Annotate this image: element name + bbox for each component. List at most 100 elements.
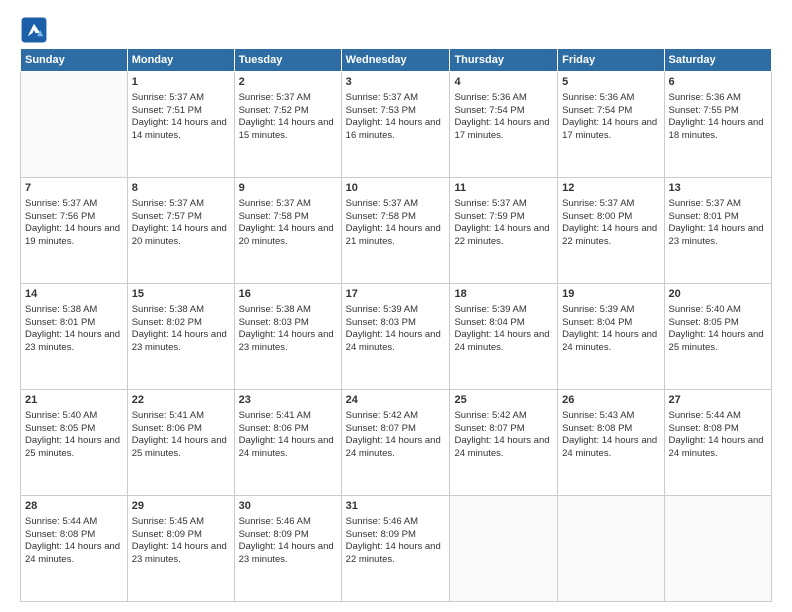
sunset-text: Sunset: 8:00 PM (562, 211, 659, 224)
day-number: 6 (669, 75, 767, 90)
day-number: 15 (132, 287, 230, 302)
calendar-header-wednesday: Wednesday (341, 49, 450, 72)
day-number: 19 (562, 287, 659, 302)
calendar-week-1: 7Sunrise: 5:37 AMSunset: 7:56 PMDaylight… (21, 178, 772, 284)
calendar-cell: 11Sunrise: 5:37 AMSunset: 7:59 PMDayligh… (450, 178, 558, 284)
daylight-text: Daylight: 14 hours and 24 minutes. (669, 435, 767, 461)
day-number: 24 (346, 393, 446, 408)
calendar-cell: 20Sunrise: 5:40 AMSunset: 8:05 PMDayligh… (664, 284, 771, 390)
sunrise-text: Sunrise: 5:38 AM (25, 304, 123, 317)
day-number: 23 (239, 393, 337, 408)
sunset-text: Sunset: 7:58 PM (346, 211, 446, 224)
calendar-cell: 3Sunrise: 5:37 AMSunset: 7:53 PMDaylight… (341, 72, 450, 178)
sunrise-text: Sunrise: 5:36 AM (454, 92, 553, 105)
sunset-text: Sunset: 8:09 PM (239, 529, 337, 542)
calendar-cell: 13Sunrise: 5:37 AMSunset: 8:01 PMDayligh… (664, 178, 771, 284)
day-number: 10 (346, 181, 446, 196)
daylight-text: Daylight: 14 hours and 23 minutes. (132, 329, 230, 355)
calendar-cell: 29Sunrise: 5:45 AMSunset: 8:09 PMDayligh… (127, 496, 234, 602)
sunset-text: Sunset: 8:03 PM (346, 317, 446, 330)
sunrise-text: Sunrise: 5:42 AM (346, 410, 446, 423)
sunrise-text: Sunrise: 5:37 AM (346, 198, 446, 211)
sunrise-text: Sunrise: 5:36 AM (562, 92, 659, 105)
logo (20, 16, 52, 44)
sunrise-text: Sunrise: 5:45 AM (132, 516, 230, 529)
sunrise-text: Sunrise: 5:42 AM (454, 410, 553, 423)
day-number: 25 (454, 393, 553, 408)
sunset-text: Sunset: 8:02 PM (132, 317, 230, 330)
sunset-text: Sunset: 8:01 PM (25, 317, 123, 330)
daylight-text: Daylight: 14 hours and 17 minutes. (454, 117, 553, 143)
daylight-text: Daylight: 14 hours and 24 minutes. (25, 541, 123, 567)
day-number: 7 (25, 181, 123, 196)
sunrise-text: Sunrise: 5:37 AM (239, 92, 337, 105)
sunset-text: Sunset: 8:05 PM (25, 423, 123, 436)
sunrise-text: Sunrise: 5:37 AM (239, 198, 337, 211)
calendar-cell: 6Sunrise: 5:36 AMSunset: 7:55 PMDaylight… (664, 72, 771, 178)
daylight-text: Daylight: 14 hours and 22 minutes. (346, 541, 446, 567)
sunset-text: Sunset: 8:03 PM (239, 317, 337, 330)
daylight-text: Daylight: 14 hours and 17 minutes. (562, 117, 659, 143)
day-number: 20 (669, 287, 767, 302)
sunrise-text: Sunrise: 5:36 AM (669, 92, 767, 105)
calendar-table: SundayMondayTuesdayWednesdayThursdayFrid… (20, 48, 772, 602)
calendar-header-sunday: Sunday (21, 49, 128, 72)
sunset-text: Sunset: 8:04 PM (454, 317, 553, 330)
sunrise-text: Sunrise: 5:37 AM (669, 198, 767, 211)
day-number: 5 (562, 75, 659, 90)
page: SundayMondayTuesdayWednesdayThursdayFrid… (0, 0, 792, 612)
sunset-text: Sunset: 7:53 PM (346, 105, 446, 118)
daylight-text: Daylight: 14 hours and 20 minutes. (239, 223, 337, 249)
sunrise-text: Sunrise: 5:39 AM (454, 304, 553, 317)
calendar-cell: 4Sunrise: 5:36 AMSunset: 7:54 PMDaylight… (450, 72, 558, 178)
sunrise-text: Sunrise: 5:38 AM (132, 304, 230, 317)
sunrise-text: Sunrise: 5:40 AM (25, 410, 123, 423)
sunset-text: Sunset: 7:58 PM (239, 211, 337, 224)
day-number: 8 (132, 181, 230, 196)
daylight-text: Daylight: 14 hours and 24 minutes. (562, 329, 659, 355)
calendar-cell: 2Sunrise: 5:37 AMSunset: 7:52 PMDaylight… (234, 72, 341, 178)
sunrise-text: Sunrise: 5:38 AM (239, 304, 337, 317)
header (20, 16, 772, 44)
sunrise-text: Sunrise: 5:46 AM (239, 516, 337, 529)
calendar-header-thursday: Thursday (450, 49, 558, 72)
sunset-text: Sunset: 7:51 PM (132, 105, 230, 118)
day-number: 11 (454, 181, 553, 196)
calendar-cell: 1Sunrise: 5:37 AMSunset: 7:51 PMDaylight… (127, 72, 234, 178)
calendar-cell (450, 496, 558, 602)
calendar-cell (664, 496, 771, 602)
day-number: 14 (25, 287, 123, 302)
sunset-text: Sunset: 8:07 PM (346, 423, 446, 436)
daylight-text: Daylight: 14 hours and 24 minutes. (239, 435, 337, 461)
daylight-text: Daylight: 14 hours and 22 minutes. (454, 223, 553, 249)
calendar-cell: 22Sunrise: 5:41 AMSunset: 8:06 PMDayligh… (127, 390, 234, 496)
day-number: 16 (239, 287, 337, 302)
sunset-text: Sunset: 8:08 PM (669, 423, 767, 436)
calendar-cell: 17Sunrise: 5:39 AMSunset: 8:03 PMDayligh… (341, 284, 450, 390)
daylight-text: Daylight: 14 hours and 23 minutes. (25, 329, 123, 355)
calendar-cell: 30Sunrise: 5:46 AMSunset: 8:09 PMDayligh… (234, 496, 341, 602)
daylight-text: Daylight: 14 hours and 24 minutes. (562, 435, 659, 461)
sunset-text: Sunset: 8:07 PM (454, 423, 553, 436)
sunset-text: Sunset: 8:09 PM (132, 529, 230, 542)
sunrise-text: Sunrise: 5:37 AM (562, 198, 659, 211)
sunrise-text: Sunrise: 5:37 AM (132, 198, 230, 211)
day-number: 17 (346, 287, 446, 302)
calendar-week-4: 28Sunrise: 5:44 AMSunset: 8:08 PMDayligh… (21, 496, 772, 602)
calendar-cell: 12Sunrise: 5:37 AMSunset: 8:00 PMDayligh… (558, 178, 664, 284)
daylight-text: Daylight: 14 hours and 21 minutes. (346, 223, 446, 249)
sunset-text: Sunset: 8:08 PM (25, 529, 123, 542)
calendar-cell: 28Sunrise: 5:44 AMSunset: 8:08 PMDayligh… (21, 496, 128, 602)
day-number: 12 (562, 181, 659, 196)
day-number: 31 (346, 499, 446, 514)
daylight-text: Daylight: 14 hours and 25 minutes. (132, 435, 230, 461)
calendar-cell: 19Sunrise: 5:39 AMSunset: 8:04 PMDayligh… (558, 284, 664, 390)
sunset-text: Sunset: 8:09 PM (346, 529, 446, 542)
sunrise-text: Sunrise: 5:37 AM (454, 198, 553, 211)
calendar-cell: 7Sunrise: 5:37 AMSunset: 7:56 PMDaylight… (21, 178, 128, 284)
day-number: 30 (239, 499, 337, 514)
calendar-cell: 25Sunrise: 5:42 AMSunset: 8:07 PMDayligh… (450, 390, 558, 496)
daylight-text: Daylight: 14 hours and 23 minutes. (132, 541, 230, 567)
day-number: 2 (239, 75, 337, 90)
daylight-text: Daylight: 14 hours and 25 minutes. (669, 329, 767, 355)
